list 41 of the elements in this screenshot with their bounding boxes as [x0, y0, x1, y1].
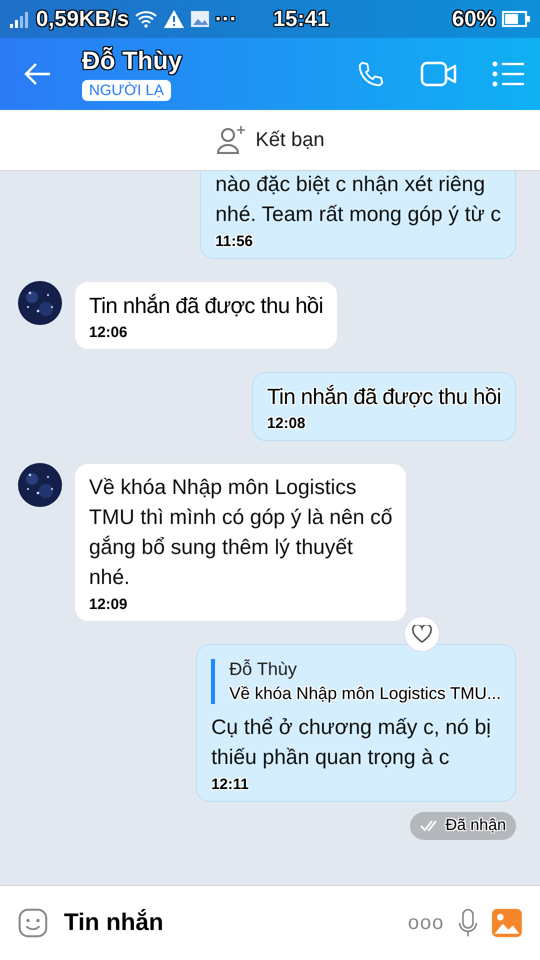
wifi-icon [134, 10, 157, 28]
message-text: Tin nhắn đã được thu hồi [89, 292, 324, 320]
react-button[interactable] [404, 616, 440, 652]
add-person-icon [216, 125, 246, 155]
warning-icon [162, 9, 185, 29]
message-text: Tin nhắn đã được thu hồi [266, 383, 501, 411]
message-text: nhé. [89, 565, 131, 591]
message-time: 11:56 [215, 233, 254, 250]
message-time: 12:06 [89, 324, 128, 341]
battery-icon [502, 11, 530, 27]
message-time: 12:11 [211, 776, 250, 793]
message-text: thiếu phần quan trọng à c [211, 745, 450, 771]
contact-name: Đỗ Thùy [82, 47, 182, 76]
message-time: 12:08 [266, 415, 306, 432]
message-text: Về khóa Nhập môn Logistics [89, 475, 358, 501]
heart-icon [412, 625, 432, 643]
battery-level: 60% [452, 6, 496, 32]
back-button[interactable] [24, 62, 52, 86]
double-check-icon [420, 820, 440, 832]
network-speed: 0,59KB/s [36, 6, 129, 32]
message-text: nhé. Team rất mong góp ý từ c [215, 202, 501, 228]
message-time: 12:09 [89, 596, 128, 613]
message-text: nào đặc biệt c nhận xét riêng [215, 172, 486, 198]
call-button[interactable] [356, 59, 386, 89]
message-input[interactable]: Tin nhắn [62, 908, 394, 938]
stranger-badge: NGƯỜI LẠ [82, 80, 171, 101]
message-text: TMU thì mình có góp ý là nên cố [89, 505, 392, 531]
message-text: Cụ thể ở chương mấy c, nó bị [211, 715, 492, 741]
more-options[interactable]: ooo [408, 912, 444, 934]
clock: 15:41 [272, 6, 330, 32]
quote-author: Đỗ Thùy [229, 659, 298, 680]
signal-icon [10, 10, 30, 28]
quote-text: Về khóa Nhập môn Logistics TMU... [229, 684, 501, 704]
image-icon [190, 11, 209, 27]
gallery-icon[interactable] [492, 906, 522, 940]
delivery-status-text: Đã nhận [446, 817, 506, 835]
add-friend-button[interactable]: Kết bạn [210, 124, 330, 156]
video-call-button[interactable] [420, 59, 458, 89]
menu-button[interactable] [492, 61, 524, 87]
message-text: gắng bổ sung thêm lý thuyết [89, 534, 354, 561]
more-notifications: ··· [214, 6, 237, 32]
